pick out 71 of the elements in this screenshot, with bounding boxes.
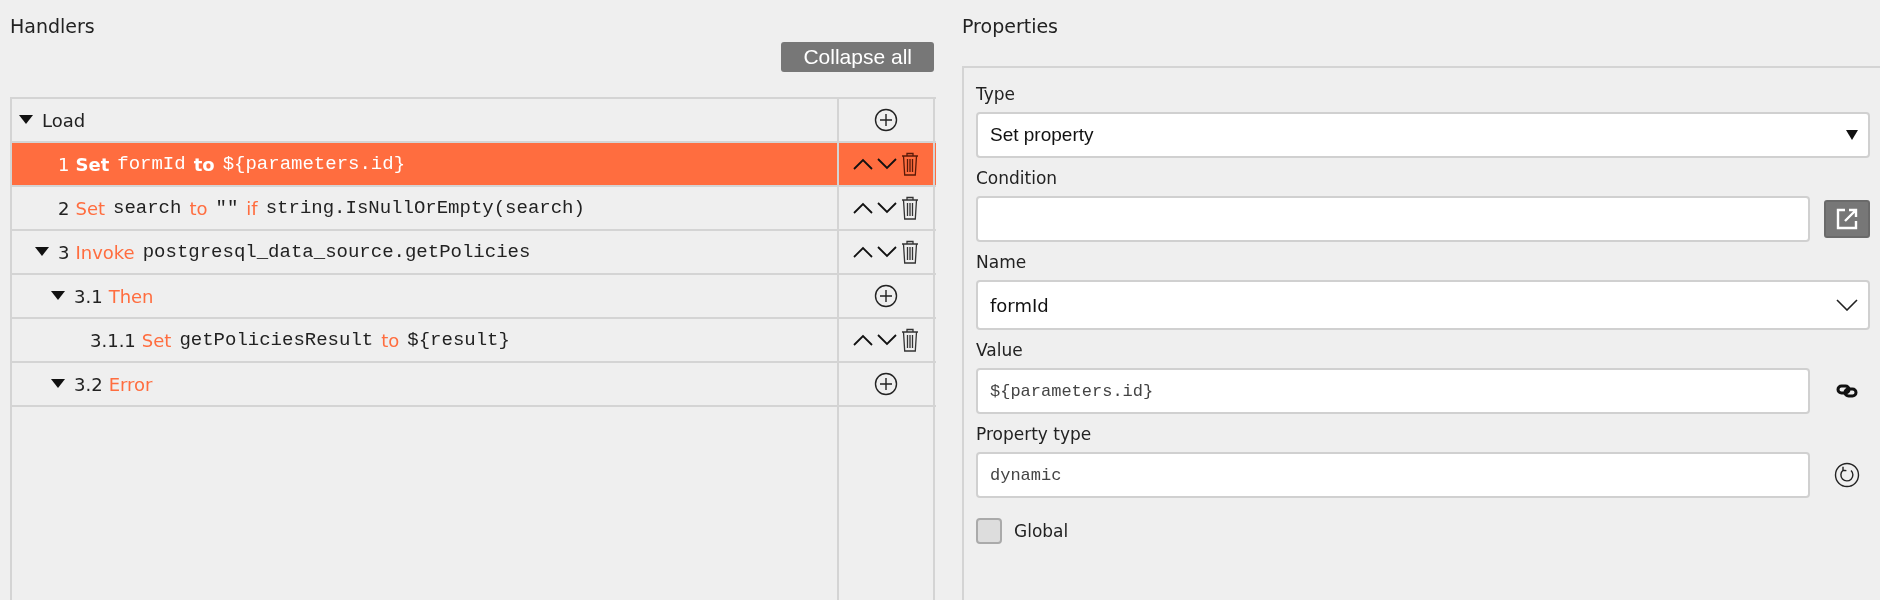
field-label: Condition [976, 168, 1058, 188]
panel-title: Handlers [10, 14, 95, 38]
field-label: Type [976, 84, 1016, 104]
chevron-up-icon[interactable] [853, 158, 873, 170]
tree-row[interactable]: 3.1.1 Set getPoliciesResult to ${result} [10, 319, 936, 363]
tree-row[interactable]: Load [10, 99, 936, 143]
trash-icon[interactable] [901, 240, 919, 264]
keyword-text: if [246, 197, 258, 219]
row-number: 3.1.1 [90, 329, 136, 351]
tree-row[interactable]: 2 Set search to "" if string.IsNullOrEmpty(search) [10, 187, 936, 231]
keyword-text: to [193, 153, 215, 175]
external-link-icon [1835, 207, 1859, 231]
chevron-down-icon [1836, 299, 1858, 311]
field-label: Name [976, 252, 1027, 272]
row-number: 3.2 [74, 373, 103, 395]
triangle-down-icon[interactable] [35, 247, 49, 257]
trash-icon[interactable] [901, 328, 919, 352]
keyword-text: Invoke [75, 241, 135, 263]
code-text: string.IsNullOrEmpty(search) [265, 197, 585, 219]
dropdown-arrow-icon [1846, 130, 1858, 140]
link-icon[interactable] [1836, 384, 1858, 398]
value-field[interactable]: ${parameters.id} [976, 368, 1810, 414]
add-icon[interactable] [874, 372, 898, 396]
tree-row[interactable]: 3 Invoke postgresql_data_source.getPolicies [10, 231, 936, 275]
triangle-down-icon[interactable] [51, 379, 65, 389]
keyword-text: to [381, 329, 400, 351]
refresh-icon[interactable] [1834, 462, 1860, 488]
name-select[interactable]: formId [976, 280, 1870, 330]
code-text: "" [215, 197, 239, 219]
row-number: 2 [58, 197, 70, 219]
keyword-text: to [189, 197, 208, 219]
collapse-all-button[interactable]: Collapse all [781, 42, 934, 72]
panel-title: Properties [962, 14, 1059, 38]
keyword-text: Set [75, 153, 110, 175]
chevron-up-icon[interactable] [853, 334, 873, 346]
global-checkbox[interactable] [976, 518, 1002, 544]
keyword-text: Set [141, 329, 172, 351]
keyword-text: Set [75, 197, 105, 219]
checkbox-label: Global [1014, 521, 1069, 541]
field-label: Value [976, 340, 1023, 360]
chevron-down-icon[interactable] [877, 246, 897, 258]
chevron-down-icon[interactable] [877, 334, 897, 346]
type-select[interactable]: Set property [976, 112, 1870, 158]
handler-label: Load [42, 109, 86, 131]
keyword-text: Then [108, 285, 154, 307]
open-editor-button[interactable] [1824, 200, 1870, 238]
code-text: postgresql_data_source.getPolicies [142, 241, 531, 263]
chevron-down-icon[interactable] [877, 202, 897, 214]
code-text: getPoliciesResult [179, 329, 374, 351]
code-text: search [113, 197, 182, 219]
chevron-up-icon[interactable] [853, 246, 873, 258]
trash-icon[interactable] [901, 152, 919, 176]
code-text: ${result} [407, 329, 510, 351]
tree-row[interactable]: 3.2 Error [10, 363, 936, 407]
property-type-field[interactable]: dynamic [976, 452, 1810, 498]
triangle-down-icon[interactable] [19, 115, 33, 125]
field-label: Property type [976, 424, 1092, 444]
add-icon[interactable] [874, 108, 898, 132]
row-number: 1 [58, 153, 70, 175]
code-text: ${parameters.id} [222, 153, 406, 175]
trash-icon[interactable] [901, 196, 919, 220]
chevron-up-icon[interactable] [853, 202, 873, 214]
tree-row[interactable]: 3.1 Then [10, 275, 936, 319]
row-number: 3 [58, 241, 70, 263]
keyword-text: Error [108, 373, 153, 395]
row-number: 3.1 [74, 285, 103, 307]
add-icon[interactable] [874, 284, 898, 308]
triangle-down-icon[interactable] [51, 291, 65, 301]
chevron-down-icon[interactable] [877, 158, 897, 170]
code-text: formId [117, 153, 186, 175]
condition-field[interactable] [976, 196, 1810, 242]
